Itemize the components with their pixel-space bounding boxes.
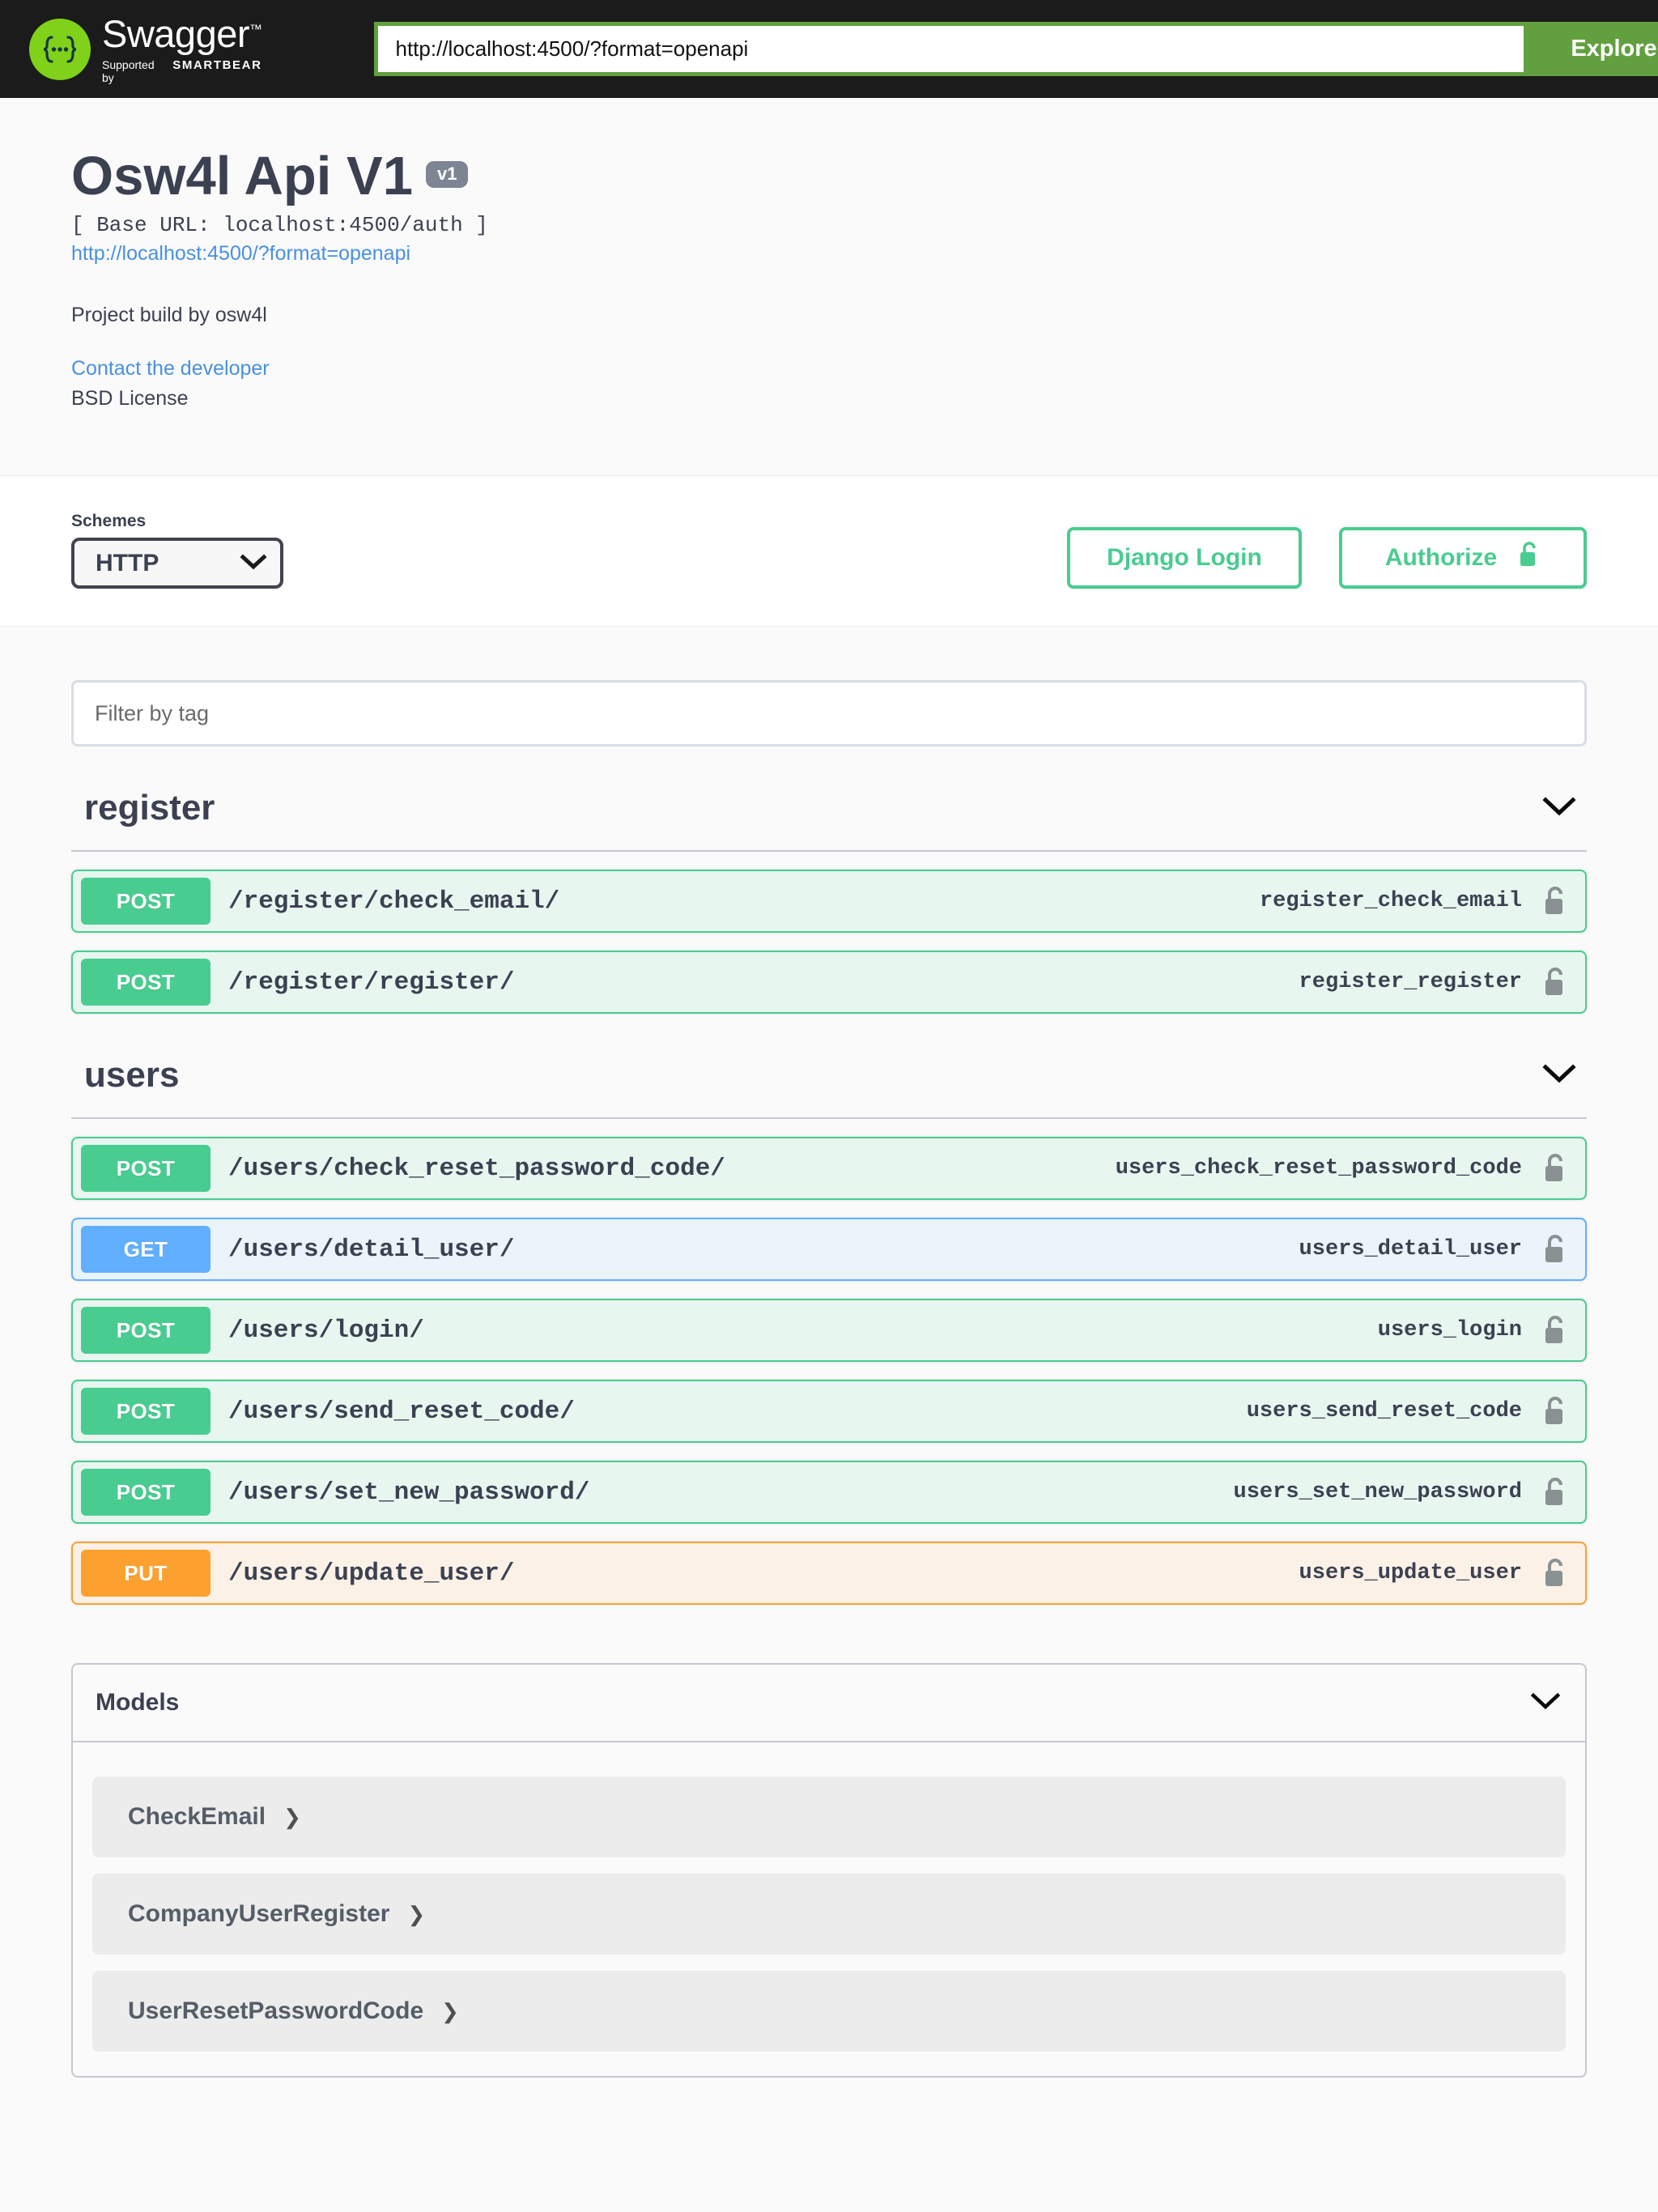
models-section: Models CheckEmail ❯ CompanyUserRegister ❯ Us… — [71, 1663, 1587, 2110]
unlock-icon[interactable] — [1541, 1394, 1585, 1428]
http-method-badge: POST — [81, 1388, 210, 1436]
operation-path: /users/send_reset_code/ — [228, 1397, 575, 1426]
http-method-badge: POST — [81, 1307, 210, 1355]
unlock-icon[interactable] — [1541, 965, 1585, 999]
django-login-label: Django Login — [1107, 544, 1262, 572]
schemes-select[interactable]: HTTP — [71, 538, 283, 589]
license-text: BSD License — [71, 387, 189, 410]
model-item[interactable]: CheckEmail ❯ — [92, 1776, 1566, 1858]
django-login-button[interactable]: Django Login — [1067, 527, 1302, 589]
tag-header-register[interactable]: register — [71, 788, 1587, 853]
operation-id: register_register — [1299, 970, 1522, 995]
unlock-icon[interactable] — [1541, 884, 1585, 918]
swagger-logo[interactable]: Swagger™ Supported by SMARTBEAR — [29, 15, 262, 84]
logo-tm: ™ — [249, 22, 262, 36]
operation-row[interactable]: POST/users/login/users_login — [71, 1299, 1587, 1363]
topbar: Swagger™ Supported by SMARTBEAR Explore — [0, 0, 1658, 98]
chevron-right-icon: ❯ — [283, 1805, 301, 1830]
unlock-icon[interactable] — [1541, 1151, 1585, 1185]
operation-id: users_update_user — [1299, 1561, 1522, 1586]
unlock-icon — [1518, 540, 1541, 576]
operation-id: users_login — [1377, 1318, 1522, 1343]
models-header[interactable]: Models — [73, 1665, 1585, 1743]
unlock-icon[interactable] — [1541, 1475, 1585, 1509]
operation-row[interactable]: GET/users/detail_user/users_detail_user — [71, 1218, 1587, 1282]
tag-name: register — [84, 788, 215, 828]
model-name: CompanyUserRegister — [128, 1900, 390, 1928]
authorize-label: Authorize — [1384, 544, 1498, 572]
chevron-down-icon — [1528, 1691, 1562, 1716]
operation-row[interactable]: POST/users/set_new_password/users_set_ne… — [71, 1461, 1587, 1525]
operation-id: register_check_email — [1259, 889, 1522, 914]
swagger-wordmark: Swagger™ Supported by SMARTBEAR — [102, 15, 262, 84]
operation-row[interactable]: PUT/users/update_user/users_update_user — [71, 1542, 1587, 1606]
chevron-down-icon — [1540, 1061, 1579, 1090]
model-item[interactable]: CompanyUserRegister ❯ — [92, 1874, 1566, 1955]
chevron-right-icon: ❯ — [407, 1902, 426, 1927]
tag-name: users — [84, 1055, 180, 1095]
models-list: CheckEmail ❯ CompanyUserRegister ❯ UserReset… — [73, 1742, 1585, 2076]
chevron-down-icon — [1540, 794, 1579, 823]
model-name: UserResetPasswordCode — [128, 1997, 424, 2025]
operation-path: /register/register/ — [228, 968, 515, 997]
chevron-right-icon: ❯ — [441, 1999, 459, 2024]
tag-section: register POST/register/check_email/regist… — [71, 788, 1587, 1015]
http-method-badge: POST — [81, 1469, 210, 1516]
operation-path: /register/check_email/ — [228, 887, 560, 916]
spec-url-link[interactable]: http://localhost:4500/?format=openapi — [71, 242, 1587, 266]
operation-id: users_check_reset_password_code — [1115, 1156, 1522, 1181]
model-name: CheckEmail — [128, 1803, 266, 1831]
tag-section: users POST/users/check_reset_password_cod… — [71, 1055, 1587, 1606]
operation-row[interactable]: POST/users/send_reset_code/users_send_re… — [71, 1380, 1587, 1444]
spec-url-form: Explore — [373, 22, 1658, 76]
logo-supported-label: Supported by — [102, 57, 155, 84]
logo-smartbear-label: SMARTBEAR — [172, 57, 262, 72]
chevron-down-icon — [240, 550, 267, 577]
swagger-braces-icon — [29, 18, 91, 80]
base-url-text: [ Base URL: localhost:4500/auth ] — [71, 213, 488, 238]
http-method-badge: POST — [81, 959, 210, 1006]
operation-path: /users/detail_user/ — [228, 1235, 515, 1264]
operations-band: register POST/register/check_email/regist… — [0, 627, 1658, 2111]
logo-title-text: Swagger — [102, 11, 250, 55]
schemes-selected-value: HTTP — [96, 549, 159, 576]
api-description: Project build by osw4l — [71, 304, 267, 327]
http-method-badge: GET — [81, 1226, 210, 1274]
operation-id: users_detail_user — [1299, 1237, 1522, 1262]
auth-buttons-group: Django Login Authorize — [1067, 527, 1587, 589]
operation-id: users_set_new_password — [1233, 1480, 1522, 1505]
tag-header-users[interactable]: users — [71, 1055, 1587, 1120]
operation-row[interactable]: POST/users/check_reset_password_code/use… — [71, 1137, 1587, 1201]
tag-sections: register POST/register/check_email/regist… — [71, 788, 1587, 1606]
unlock-icon[interactable] — [1541, 1556, 1585, 1590]
authorize-button[interactable]: Authorize — [1339, 527, 1587, 589]
unlock-icon[interactable] — [1541, 1313, 1585, 1347]
operation-row[interactable]: POST/register/check_email/register_check… — [71, 870, 1587, 934]
model-item[interactable]: UserResetPasswordCode ❯ — [92, 1971, 1566, 2052]
version-badge: v1 — [426, 161, 469, 188]
swagger-ui-page: Swagger™ Supported by SMARTBEAR Explore … — [0, 0, 1658, 2212]
page-title: Osw4l Api V1 — [71, 146, 413, 206]
schemes-group: Schemes HTTP — [71, 512, 283, 589]
operation-path: /users/login/ — [228, 1316, 424, 1345]
http-method-badge: POST — [81, 1145, 210, 1193]
api-title-row: Osw4l Api V1 v1 — [71, 146, 1587, 206]
api-info-band: Osw4l Api V1 v1 [ Base URL: localhost:45… — [0, 98, 1658, 476]
contact-developer-link[interactable]: Contact the developer — [71, 357, 1587, 381]
schemes-label: Schemes — [71, 512, 147, 531]
operation-path: /users/check_reset_password_code/ — [228, 1154, 725, 1183]
operation-id: users_send_reset_code — [1246, 1399, 1522, 1424]
http-method-badge: PUT — [81, 1550, 210, 1597]
models-title: Models — [96, 1689, 180, 1716]
http-method-badge: POST — [81, 878, 210, 925]
schemes-band: Schemes HTTP Django Login Authorize — [0, 475, 1658, 627]
explore-button[interactable]: Explore — [1523, 22, 1658, 76]
spec-url-input[interactable] — [373, 22, 1524, 76]
operation-path: /users/set_new_password/ — [228, 1478, 590, 1507]
operation-row[interactable]: POST/register/register/register_register — [71, 951, 1587, 1015]
filter-by-tag-input[interactable] — [71, 680, 1587, 747]
operation-path: /users/update_user/ — [228, 1559, 515, 1588]
unlock-icon[interactable] — [1541, 1232, 1585, 1266]
